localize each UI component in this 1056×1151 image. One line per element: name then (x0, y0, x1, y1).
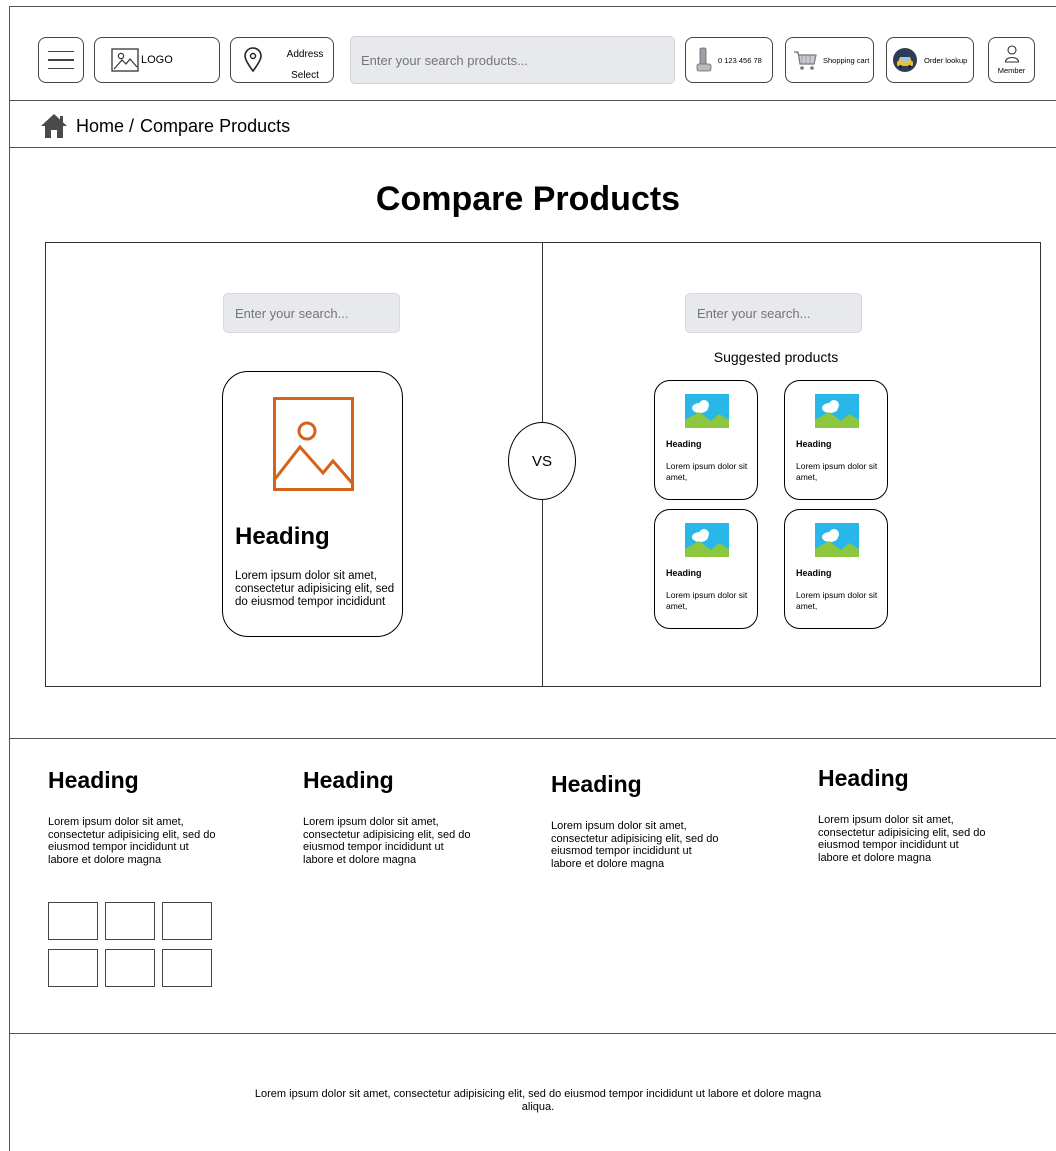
address-select-button[interactable]: Address Select (230, 37, 334, 83)
vs-badge: VS (508, 422, 576, 500)
image-thumbnail-icon (815, 523, 859, 557)
breadcrumb: Home / Compare Products (40, 112, 290, 140)
content-divider (9, 738, 1056, 739)
gallery-thumbnail[interactable] (105, 902, 155, 940)
taxi-icon (893, 48, 917, 72)
phone-button[interactable]: 0 123 456 78 (685, 37, 773, 83)
gallery-thumbnail[interactable] (162, 902, 212, 940)
location-pin-icon (244, 47, 262, 73)
right-product-search-input[interactable] (685, 293, 862, 333)
menu-button[interactable] (38, 37, 84, 83)
image-thumbnail-icon (685, 394, 729, 428)
suggested-product-card[interactable]: Heading Lorem ipsum dolor sit amet, (654, 380, 758, 500)
left-product-search-input[interactable] (223, 293, 400, 333)
info-heading: Heading (551, 771, 642, 797)
suggested-product-text: Lorem ipsum dolor sit amet, (796, 461, 878, 482)
gallery-thumbnail[interactable] (105, 949, 155, 987)
order-lookup-label: Order lookup (924, 55, 968, 65)
breadcrumb-separator: / (129, 115, 135, 136)
page-title: Compare Products (375, 180, 681, 218)
product-heading: Heading (235, 523, 330, 550)
member-button[interactable]: Member (988, 37, 1035, 83)
shopping-cart-icon (794, 51, 817, 70)
info-text: Lorem ipsum dolor sit amet, consectetur … (818, 814, 986, 864)
info-heading: Heading (303, 767, 394, 793)
info-text: Lorem ipsum dolor sit amet, consectetur … (551, 820, 719, 870)
menu-icon (48, 50, 74, 53)
gallery-thumbnail[interactable] (48, 949, 98, 987)
suggested-product-card[interactable]: Heading Lorem ipsum dolor sit amet, (784, 380, 888, 500)
suggested-product-card[interactable]: Heading Lorem ipsum dolor sit amet, (654, 509, 758, 629)
shopping-cart-label: Shopping cart (823, 55, 870, 65)
header-divider (9, 100, 1056, 101)
gallery-thumbnail[interactable] (162, 949, 212, 987)
page-frame-left (9, 6, 10, 1151)
image-thumbnail-icon (685, 523, 729, 557)
image-thumbnail-icon (815, 394, 859, 428)
page-frame-top (9, 6, 1056, 7)
suggested-product-heading: Heading (666, 439, 702, 449)
user-icon (1004, 45, 1019, 63)
address-label: Address (286, 49, 324, 60)
image-placeholder-icon (273, 397, 354, 491)
info-heading: Heading (818, 765, 909, 791)
gallery-thumbnail[interactable] (48, 902, 98, 940)
image-icon (111, 48, 139, 72)
breadcrumb-divider (9, 147, 1056, 148)
suggested-product-heading: Heading (796, 568, 832, 578)
footer-divider (9, 1033, 1056, 1034)
product-search-input[interactable] (350, 36, 675, 84)
shopping-cart-button[interactable]: Shopping cart (785, 37, 874, 83)
footer-text: Lorem ipsum dolor sit amet, consectetur … (254, 1088, 822, 1113)
info-text: Lorem ipsum dolor sit amet, consectetur … (48, 816, 216, 866)
suggested-product-text: Lorem ipsum dolor sit amet, (666, 590, 748, 611)
suggested-product-heading: Heading (796, 439, 832, 449)
logo-button[interactable]: LOGO (94, 37, 220, 83)
phone-icon (696, 47, 712, 72)
product-description: Lorem ipsum dolor sit amet, consectetur … (235, 570, 395, 608)
order-lookup-button[interactable]: Order lookup (886, 37, 974, 83)
logo-label: LOGO (141, 54, 173, 66)
member-label: Member (997, 66, 1026, 75)
breadcrumb-home-link[interactable]: Home (76, 116, 124, 137)
phone-number: 0 123 456 78 (718, 55, 762, 65)
address-select-label: Select (291, 70, 319, 81)
suggested-product-text: Lorem ipsum dolor sit amet, (796, 590, 878, 611)
breadcrumb-current: Compare Products (140, 115, 291, 136)
selected-product-card[interactable]: Heading Lorem ipsum dolor sit amet, cons… (222, 371, 403, 637)
home-icon[interactable] (40, 113, 68, 139)
suggested-products-title: Suggested products (713, 349, 839, 365)
suggested-product-text: Lorem ipsum dolor sit amet, (666, 461, 748, 482)
suggested-product-heading: Heading (666, 568, 702, 578)
info-heading: Heading (48, 767, 139, 793)
info-text: Lorem ipsum dolor sit amet, consectetur … (303, 816, 471, 866)
suggested-product-card[interactable]: Heading Lorem ipsum dolor sit amet, (784, 509, 888, 629)
